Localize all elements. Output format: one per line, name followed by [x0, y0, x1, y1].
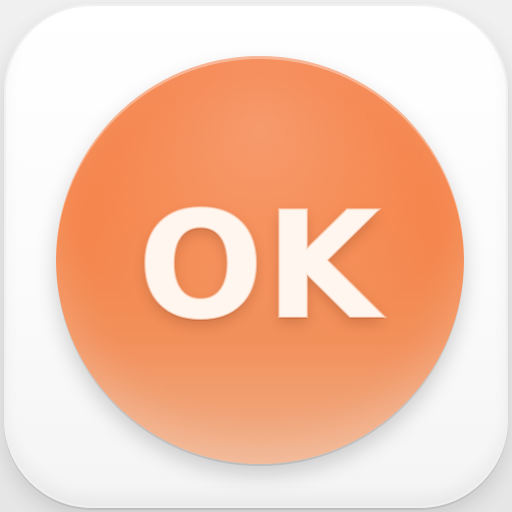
- app-icon-canvas: OK: [0, 0, 512, 512]
- ok-label: OK: [137, 180, 383, 352]
- app-tile: OK: [4, 4, 508, 508]
- ok-button[interactable]: OK: [56, 56, 464, 464]
